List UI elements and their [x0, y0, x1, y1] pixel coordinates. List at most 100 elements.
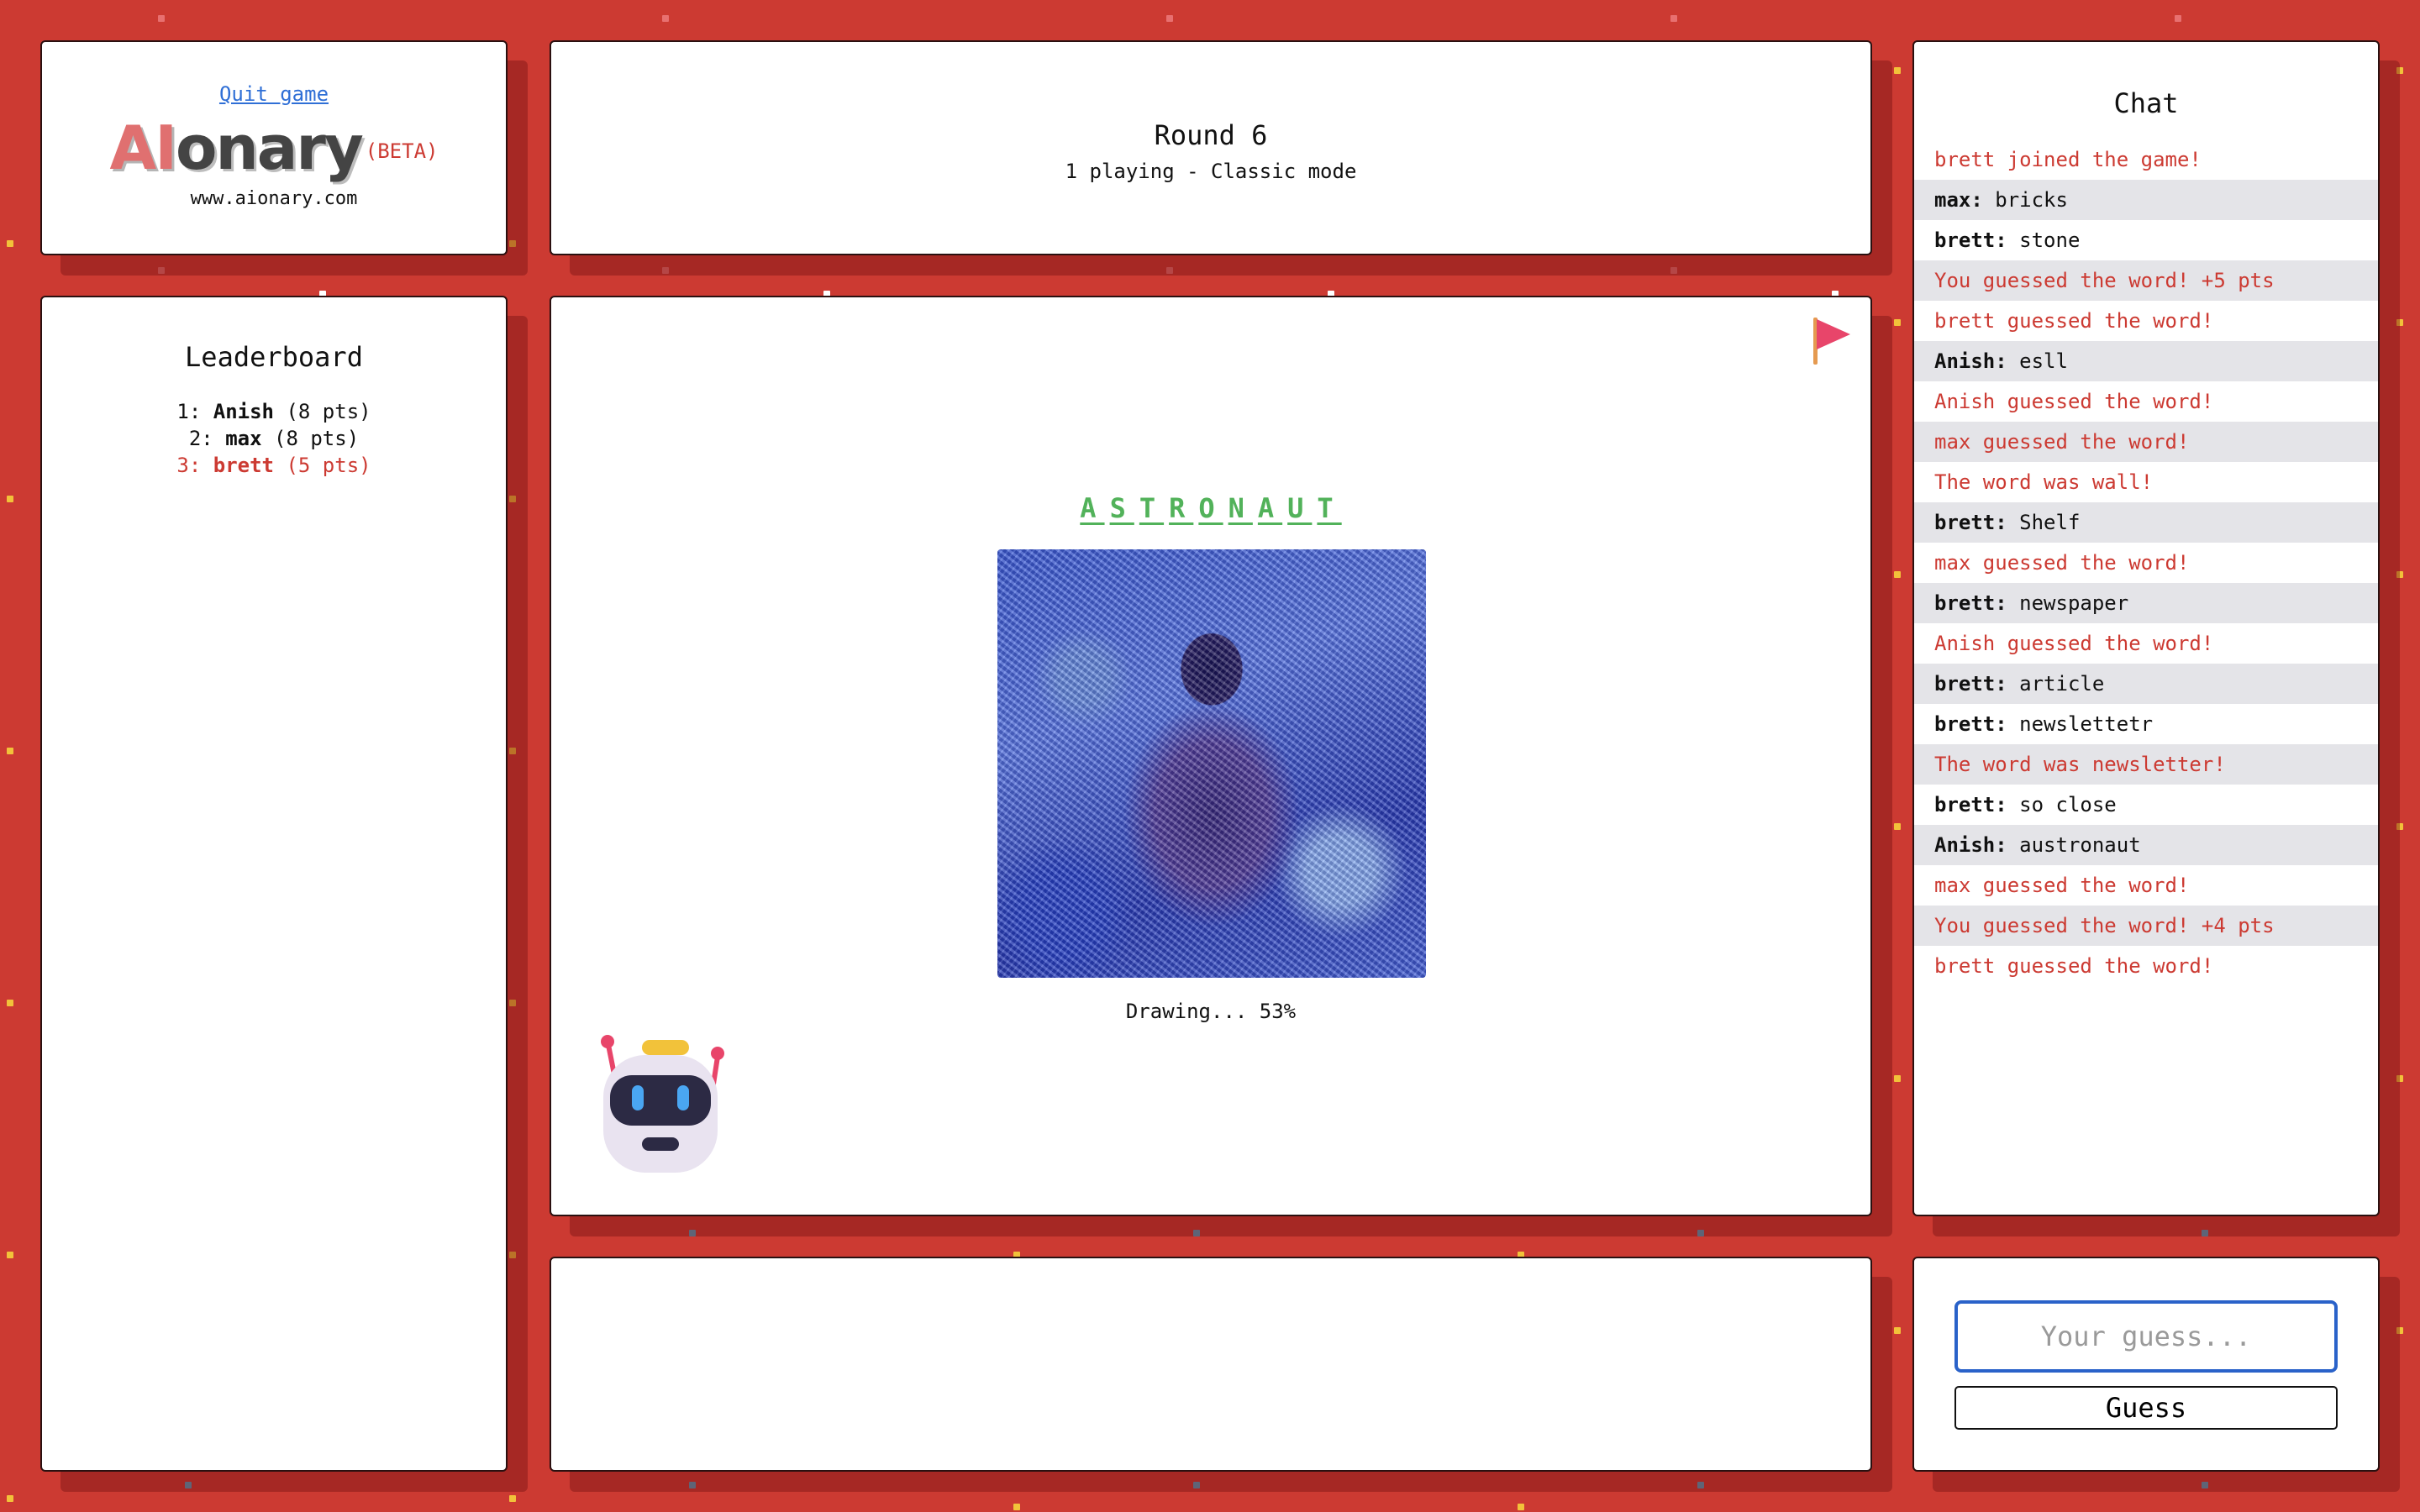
confetti-piece — [7, 1000, 13, 1006]
confetti-piece — [509, 1252, 516, 1258]
player-name: max — [225, 427, 262, 450]
flag-icon[interactable] — [1812, 316, 1852, 366]
confetti-piece — [1193, 1230, 1200, 1236]
confetti-piece — [1193, 1482, 1200, 1488]
chat-text: You guessed the word! +4 pts — [1934, 914, 2275, 937]
drawing-status: Drawing... 53% — [1125, 1000, 1297, 1023]
chat-text: max guessed the word! — [1934, 551, 2190, 575]
chat-message: brett: so close — [1914, 785, 2378, 825]
chat-text: You guessed the word! +5 pts — [1934, 269, 2275, 292]
confetti-piece — [1894, 67, 1901, 74]
confetti-piece — [689, 1482, 696, 1488]
confetti-piece — [7, 1252, 13, 1258]
confetti-piece — [689, 1230, 696, 1236]
chat-message: The word was newsletter! — [1914, 744, 2378, 785]
chat-text: Shelf — [2019, 511, 2081, 534]
quit-game-link[interactable]: Quit game — [42, 82, 506, 106]
chat-username: brett: — [1934, 591, 2020, 615]
confetti-piece — [1697, 1482, 1704, 1488]
confetti-piece — [1894, 1075, 1901, 1082]
guess-panel: Guess — [1912, 1257, 2380, 1472]
confetti-piece — [7, 748, 13, 754]
confetti-piece — [509, 1495, 516, 1502]
chat-username: max: — [1934, 188, 1996, 212]
chat-text: The word was newsletter! — [1934, 753, 2226, 776]
confetti-piece — [7, 240, 13, 247]
chat-text: esll — [2019, 349, 2068, 373]
chat-message: brett guessed the word! — [1914, 301, 2378, 341]
confetti-piece — [185, 1482, 192, 1488]
chat-message: Anish: austronaut — [1914, 825, 2378, 865]
beta-badge: (BETA) — [365, 139, 439, 163]
word-letter: T — [1317, 492, 1342, 524]
chat-message: brett: stone — [1914, 220, 2378, 260]
confetti-piece — [662, 15, 669, 22]
chat-message: max: bricks — [1914, 180, 2378, 220]
confetti-piece — [158, 267, 165, 274]
word-letter: R — [1169, 492, 1194, 524]
chat-text: so close — [2019, 793, 2117, 816]
chat-message: brett: newspaper — [1914, 583, 2378, 623]
bottom-panel — [550, 1257, 1872, 1472]
confetti-piece — [2175, 15, 2181, 22]
word-letter: O — [1198, 492, 1223, 524]
chat-username: brett: — [1934, 793, 2020, 816]
aionary-logo: AIonary — [109, 113, 364, 183]
chat-text: Anish guessed the word! — [1934, 390, 2214, 413]
chat-text: brett guessed the word! — [1934, 309, 2214, 333]
confetti-piece — [2396, 319, 2403, 326]
confetti-piece — [2396, 67, 2403, 74]
player-name: brett — [213, 454, 274, 477]
round-title: Round 6 — [1154, 119, 1268, 151]
confetti-piece — [509, 240, 516, 247]
word-letter: T — [1139, 492, 1165, 524]
chat-panel: Chat brett joined the game! max: bricks br… — [1912, 40, 2380, 1216]
guess-input[interactable] — [1954, 1300, 2338, 1373]
chat-message: brett: Shelf — [1914, 502, 2378, 543]
round-subtitle: 1 playing - Classic mode — [1065, 160, 1357, 183]
confetti-piece — [7, 1495, 13, 1502]
chat-text: austronaut — [2019, 833, 2141, 857]
chat-text: newslettetr — [2019, 712, 2154, 736]
robot-icon — [601, 1035, 724, 1173]
confetti-piece — [2396, 823, 2403, 830]
guess-button[interactable]: Guess — [1954, 1386, 2338, 1430]
confetti-piece — [2202, 1482, 2208, 1488]
confetti-piece — [1894, 571, 1901, 578]
confetti-piece — [158, 15, 165, 22]
chat-username: brett: — [1934, 511, 2020, 534]
confetti-piece — [1166, 267, 1173, 274]
leaderboard-entry: 2: max (8 pts) — [188, 427, 360, 450]
leaderboard-panel: Leaderboard 1: Anish (8 pts) 2: max (8 pt… — [40, 296, 508, 1472]
chat-username: brett: — [1934, 672, 2020, 696]
chat-text: max guessed the word! — [1934, 874, 2190, 897]
chat-message: Anish: esll — [1914, 341, 2378, 381]
site-url: www.aionary.com — [190, 188, 358, 209]
confetti-piece — [1013, 1504, 1020, 1510]
chat-text: max guessed the word! — [1934, 430, 2190, 454]
confetti-piece — [1894, 1327, 1901, 1334]
confetti-piece — [2396, 1327, 2403, 1334]
chat-title: Chat — [2113, 87, 2179, 119]
logo-panel: Quit game AIonary (BETA) www.aionary.com — [40, 40, 508, 255]
chat-text: Anish guessed the word! — [1934, 632, 2214, 655]
chat-message: You guessed the word! +5 pts — [1914, 260, 2378, 301]
confetti-piece — [1894, 319, 1901, 326]
word-letter: S — [1109, 492, 1134, 524]
leaderboard-entry: 1: Anish (8 pts) — [176, 400, 371, 423]
drawing-panel: ASTRONAUT Drawing... 53% — [550, 296, 1872, 1216]
confetti-piece — [1894, 823, 1901, 830]
chat-text: The word was wall! — [1934, 470, 2154, 494]
chat-message: max guessed the word! — [1914, 543, 2378, 583]
chat-username: brett: — [1934, 228, 2020, 252]
word-letter: A — [1257, 492, 1283, 524]
chat-username: Anish: — [1934, 349, 2020, 373]
chat-username: Anish: — [1934, 833, 2020, 857]
confetti-piece — [1670, 15, 1677, 22]
confetti-piece — [2396, 1075, 2403, 1082]
chat-text: bricks — [1995, 188, 2068, 212]
chat-message: brett guessed the word! — [1914, 946, 2378, 986]
leaderboard-list: 1: Anish (8 pts) 2: max (8 pts) 3: brett (… — [42, 398, 506, 479]
player-name: Anish — [213, 400, 274, 423]
chat-text: stone — [2019, 228, 2081, 252]
